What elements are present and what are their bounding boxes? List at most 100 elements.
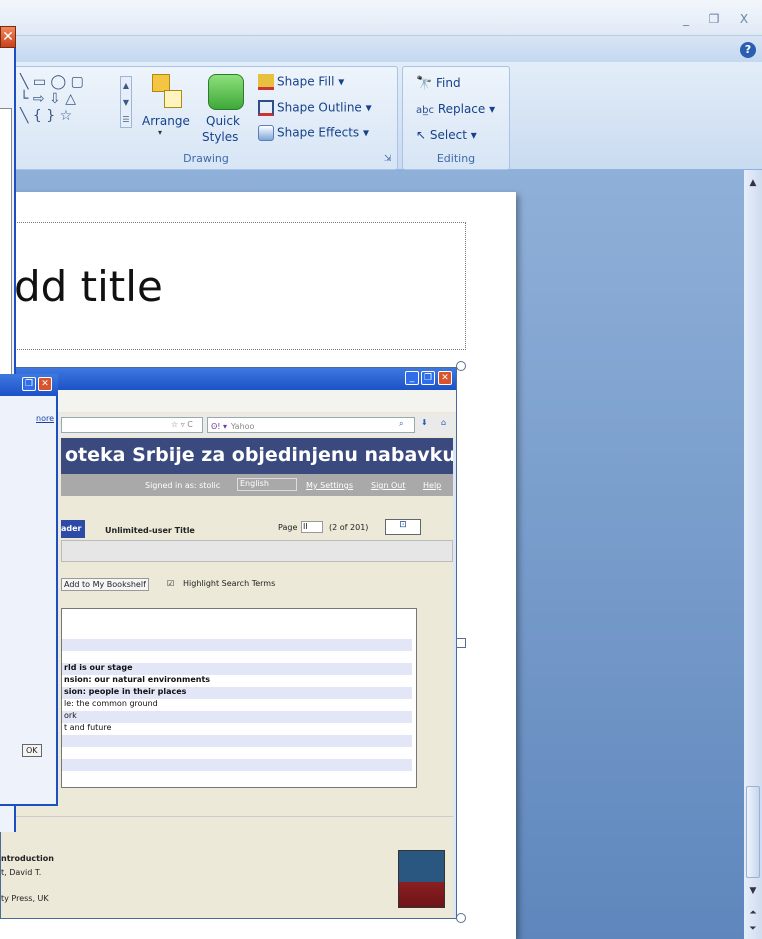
shape-fill-label: Shape Fill xyxy=(277,74,335,89)
browser-navbar xyxy=(1,390,456,412)
shape-effects-label: Shape Effects xyxy=(277,125,360,140)
highlight-search-terms: Highlight Search Terms xyxy=(183,579,276,588)
quick-styles-icon xyxy=(208,74,244,110)
page-input: II xyxy=(301,521,323,533)
toc-row xyxy=(62,639,412,651)
toc-row xyxy=(62,747,412,759)
shape-outline-icon xyxy=(258,100,274,116)
language-value: English xyxy=(240,479,269,488)
browser-scrollbar xyxy=(453,438,456,918)
language-select: English xyxy=(237,478,297,491)
sub-dialog-restore-icon: ❐ xyxy=(22,377,36,391)
shape-outline-label: Shape Outline xyxy=(277,100,362,115)
sign-out-link: Sign Out xyxy=(371,481,406,490)
shape-effects-icon xyxy=(258,125,274,141)
drawing-dialog-launcher-icon[interactable]: ⇲ xyxy=(384,154,392,164)
arrange-icon xyxy=(148,72,188,112)
search-field: Ꙩ! ▾ Yahoo xyxy=(207,417,415,433)
more-link: nore xyxy=(36,414,54,423)
gallery-scroll[interactable]: ▲ ▼ ☰ xyxy=(120,76,132,128)
highlight-checkbox-icon: ☑ xyxy=(167,579,175,588)
table-of-contents: rld is our stage nsion: our natural envir… xyxy=(61,608,417,788)
next-slide-icon[interactable]: ⏷ xyxy=(746,922,760,936)
select-button[interactable]: ↖ Select ▾ xyxy=(416,128,477,142)
toc-row: le: the common ground xyxy=(64,699,158,708)
toc-row: t and future xyxy=(64,723,112,732)
browser-titlebar xyxy=(1,368,456,390)
close-window-button[interactable]: X xyxy=(736,12,752,26)
bookmark-star-icon: ☆ ▿ C xyxy=(171,420,193,429)
search-engine-label: Yahoo xyxy=(230,422,255,431)
shape-fill-button[interactable]: Shape Fill ▾ xyxy=(258,74,344,90)
window-titlebar xyxy=(0,0,762,36)
book-title: ntroduction xyxy=(1,854,54,863)
reader-tab: ader xyxy=(61,520,85,538)
arrange-dropdown-icon: ▾ xyxy=(158,128,163,137)
view-icon: ⊡ xyxy=(385,519,421,535)
cursor-icon: ↖ xyxy=(416,128,427,142)
drawing-group-label: Drawing xyxy=(183,152,229,165)
help-icon[interactable]: ? xyxy=(740,42,756,58)
browser-minimize-icon: _ xyxy=(405,371,419,385)
find-button[interactable]: 🔭 Find xyxy=(416,76,461,91)
replace-icon: ab̲c xyxy=(416,105,434,116)
scroll-up-icon[interactable]: ▲ xyxy=(746,176,760,190)
add-to-bookshelf-button: Add to My Bookshelf xyxy=(61,578,149,591)
shape-fill-icon xyxy=(258,74,274,90)
toc-row xyxy=(62,735,412,747)
arrange-button[interactable]: Arrange xyxy=(142,114,190,128)
restore-button[interactable]: ❐ xyxy=(706,12,722,26)
toc-row xyxy=(62,759,412,771)
scrollbar-thumb[interactable] xyxy=(746,786,760,878)
editing-group-label: Editing xyxy=(436,152,476,165)
shapes-gallery[interactable]: ╲ ▭ ◯ ▢ └ ⇨ ⇩ △ ╲ { } ☆ xyxy=(20,74,84,125)
my-settings-link: My Settings xyxy=(306,481,353,490)
previous-slide-icon[interactable]: ⏶ xyxy=(746,906,760,920)
sub-dialog-window xyxy=(0,374,58,806)
book-cover-image xyxy=(398,850,445,908)
minimize-button[interactable]: _ xyxy=(678,12,694,26)
home-icon: ⌂ xyxy=(441,418,447,427)
binoculars-icon: 🔭 xyxy=(416,76,433,91)
toc-row: sion: people in their places xyxy=(62,687,412,699)
resize-handle-top-right[interactable] xyxy=(456,361,466,371)
signed-in-text: Signed in as: stolic xyxy=(145,481,221,490)
toc-row: ork xyxy=(62,711,412,723)
resize-handle-right[interactable] xyxy=(456,638,466,648)
browser-close-icon: ✕ xyxy=(438,371,452,385)
shape-outline-button[interactable]: Shape Outline ▾ xyxy=(258,100,372,116)
page-label: Page xyxy=(278,523,298,532)
ok-button: OK xyxy=(22,744,42,757)
reader-toolbar xyxy=(61,540,453,562)
embedded-screenshot[interactable]: _ ❐ ✕ ☆ ▿ C Ꙩ! ▾ Yahoo ⌕ ⬇ ⌂ oteka Srbij… xyxy=(0,367,457,919)
book-publisher: ty Press, UK xyxy=(1,894,49,903)
scroll-down-icon[interactable]: ▼ xyxy=(746,884,760,898)
replace-label: Replace xyxy=(437,102,486,116)
page-count: (2 of 201) xyxy=(329,523,369,532)
find-label: Find xyxy=(436,76,461,90)
site-title: oteka Srbije za objedinjenu nabavku xyxy=(65,444,456,466)
site-userbar: Signed in as: stolic English My Settings… xyxy=(61,474,453,496)
shape-effects-button[interactable]: Shape Effects ▾ xyxy=(258,125,369,141)
toc-row: rld is our stage xyxy=(62,663,412,675)
ribbon-tab-strip xyxy=(0,36,762,62)
ribbon: ╲ ▭ ◯ ▢ └ ⇨ ⇩ △ ╲ { } ☆ ▲ ▼ ☰ Arrange ▾ Quic… xyxy=(0,62,762,170)
site-header: oteka Srbije za objedinjenu nabavku xyxy=(61,438,456,474)
download-icon: ⬇ xyxy=(421,418,428,427)
select-label: Select xyxy=(429,128,467,142)
sub-dialog-close-icon: ✕ xyxy=(38,377,52,391)
help-link: Help xyxy=(423,481,442,490)
quick-styles-label: Styles xyxy=(202,130,239,144)
book-author: t, David T. xyxy=(1,868,42,877)
quick-styles-button[interactable]: Quick xyxy=(206,114,240,128)
magnifier-icon: ⌕ xyxy=(399,419,404,428)
resize-handle-bottom-right[interactable] xyxy=(456,913,466,923)
browser-address-bar: ☆ ▿ C Ꙩ! ▾ Yahoo ⌕ ⬇ ⌂ xyxy=(1,414,456,436)
dialog-close-button[interactable]: ✕ xyxy=(0,26,16,48)
toc-row xyxy=(62,651,412,663)
replace-button[interactable]: ab̲c Replace ▾ xyxy=(416,102,495,116)
toc-row: nsion: our natural environments xyxy=(64,675,211,684)
divider xyxy=(1,816,453,817)
yahoo-icon: Ꙩ! ▾ xyxy=(211,422,228,431)
title-placeholder-text: dd title xyxy=(14,262,163,311)
